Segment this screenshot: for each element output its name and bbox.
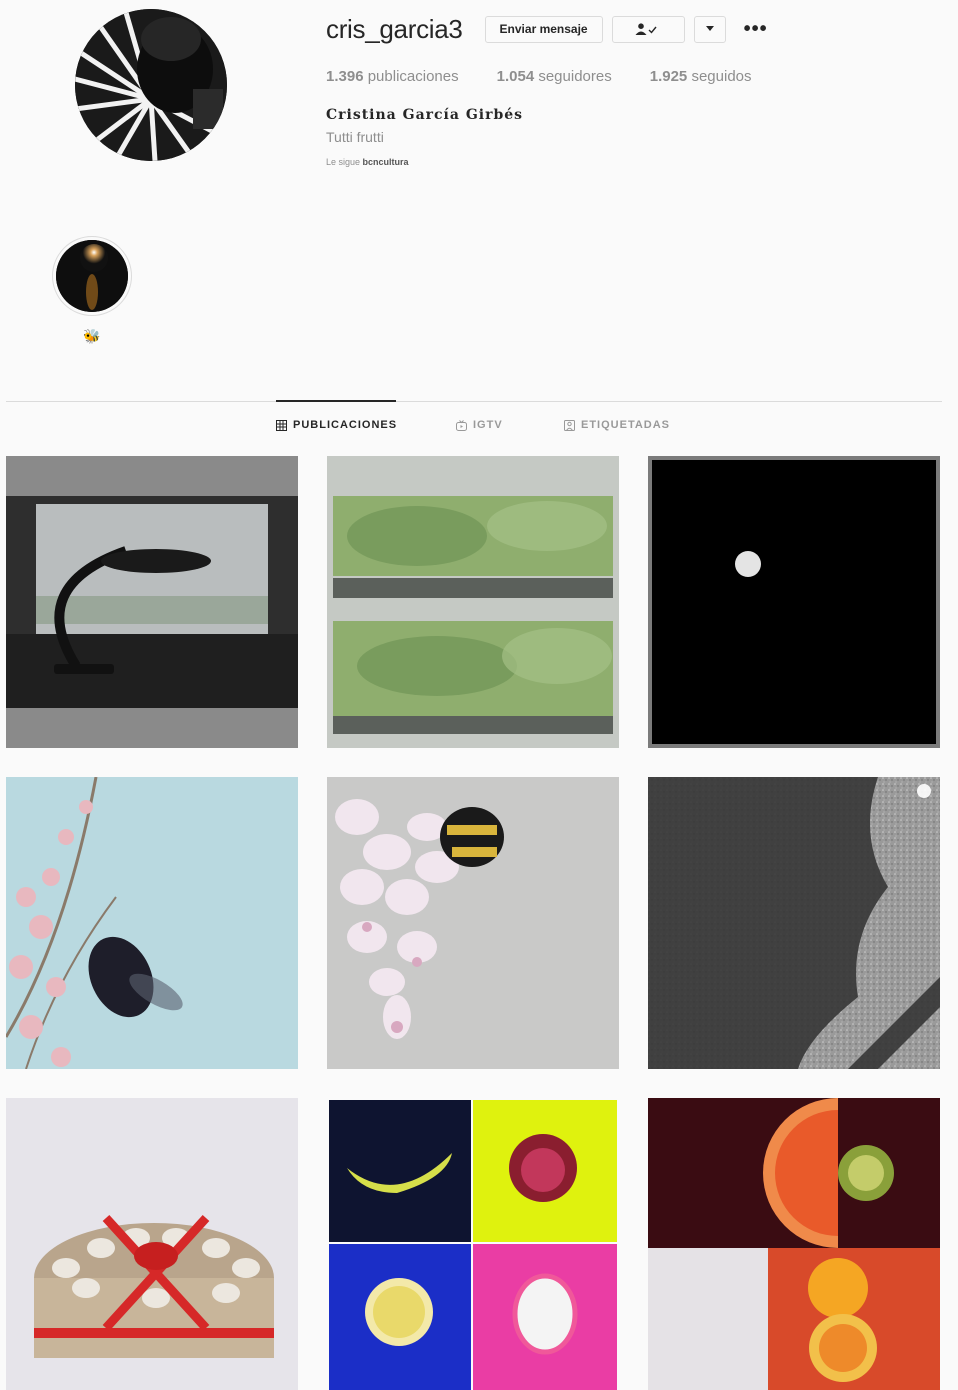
followers-count: 1.054: [496, 68, 535, 85]
highlight-label: 🐝: [83, 328, 101, 344]
profile-avatar[interactable]: [75, 9, 227, 161]
avatar-image: [75, 9, 227, 161]
bee-blossom-image: [6, 777, 298, 1069]
send-message-button[interactable]: Enviar mensaje: [484, 15, 603, 43]
story-highlight[interactable]: 🐝: [52, 236, 132, 345]
highlight-cover: [56, 240, 128, 312]
igtv-icon: [456, 419, 467, 431]
post-thumbnail[interactable]: [6, 1098, 298, 1390]
grid-icon: [276, 419, 287, 431]
followed-by-user-link[interactable]: bcncultura: [363, 157, 409, 167]
active-tab-indicator: [276, 400, 396, 402]
video-indicator-icon: [917, 784, 931, 798]
highlight-ring: [52, 236, 132, 316]
stat-followers[interactable]: 1.054 seguidores: [497, 68, 612, 85]
followed-by: Le sigue bcncultura: [326, 157, 926, 167]
following-count: 1.925: [649, 68, 688, 85]
post-thumbnail[interactable]: [6, 456, 298, 748]
moon-image: [648, 456, 940, 748]
tab-igtv-label: IGTV: [473, 419, 503, 431]
post-thumbnail[interactable]: [648, 456, 940, 748]
following-label: seguidos: [691, 68, 752, 85]
post-thumbnail[interactable]: [327, 777, 619, 1069]
following-button[interactable]: [611, 15, 685, 43]
tab-posts[interactable]: PUBLICACIONES: [276, 419, 397, 431]
highlight-cover-image: [56, 240, 128, 312]
followed-by-prefix: Le sigue: [326, 157, 361, 167]
profile-full-name: Cristina García Girbés: [326, 107, 524, 123]
tabs-divider: [6, 401, 942, 402]
followers-label: seguidores: [538, 68, 612, 85]
post-thumbnail[interactable]: [327, 1098, 619, 1390]
shadow-asphalt-image: [648, 777, 940, 1069]
profile-username: cris_garcia3: [326, 13, 463, 44]
post-thumbnail[interactable]: [327, 456, 619, 748]
desk-lamp-image: [6, 456, 298, 748]
triangle-down-icon: [705, 26, 714, 31]
person-check-icon: [635, 23, 657, 35]
profile-bio: Tutti frutti: [326, 129, 384, 145]
post-thumbnail[interactable]: [6, 777, 298, 1069]
tag-icon: [564, 419, 575, 431]
profile-header: cris_garcia3 Enviar mensaje ••• 1.396 pu…: [326, 12, 926, 168]
cardboard-cake-image: [6, 1098, 298, 1390]
citrus-collage-image: [648, 1098, 940, 1390]
stat-posts: 1.396 publicaciones: [326, 68, 459, 85]
posts-label: publicaciones: [367, 68, 459, 85]
bumblebee-wisteria-image: [327, 777, 619, 1069]
tab-igtv[interactable]: IGTV: [456, 419, 503, 431]
profile-stats: 1.396 publicaciones 1.054 seguidores 1.9…: [326, 68, 926, 85]
tab-tagged-label: ETIQUETADAS: [581, 419, 671, 431]
tab-tagged[interactable]: ETIQUETADAS: [564, 419, 670, 431]
profile-actions-row: cris_garcia3 Enviar mensaje •••: [326, 12, 926, 46]
more-options-icon[interactable]: •••: [741, 16, 771, 43]
tab-posts-label: PUBLICACIONES: [293, 419, 398, 431]
posts-count: 1.396: [326, 68, 364, 85]
post-thumbnail[interactable]: [648, 1098, 940, 1390]
suggestions-dropdown-button[interactable]: [693, 15, 726, 43]
window-blinds-image: [327, 456, 619, 748]
stat-following[interactable]: 1.925 seguidos: [650, 68, 752, 85]
fruit-grid-image: [327, 1098, 619, 1390]
post-thumbnail[interactable]: [648, 777, 940, 1069]
